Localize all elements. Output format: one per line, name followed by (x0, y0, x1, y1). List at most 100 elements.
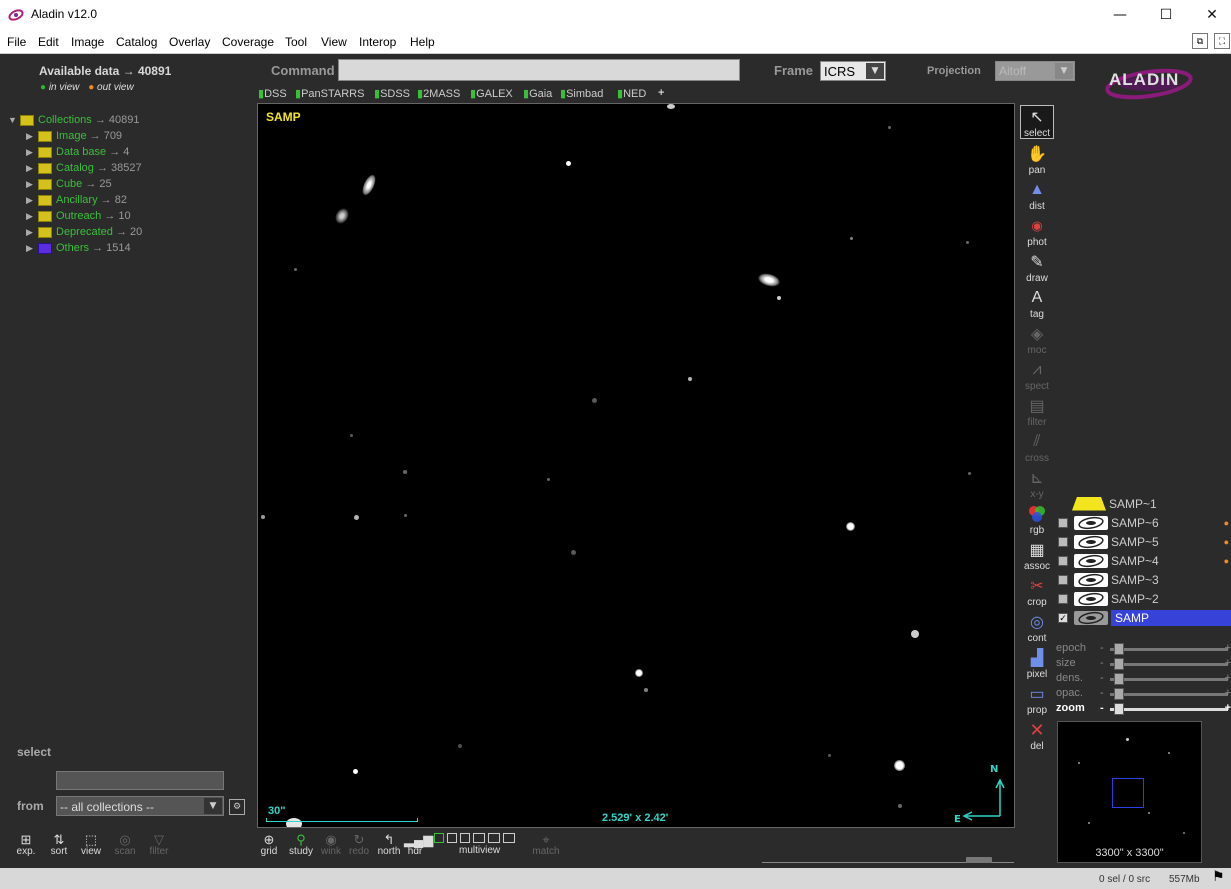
maximize-button[interactable]: ☐ (1143, 0, 1189, 30)
layer-samp-4[interactable]: SAMP~4 ● (1058, 551, 1231, 570)
layer-samp[interactable]: ✓ SAMP (1058, 608, 1231, 627)
sort-button[interactable]: ⇅ sort (46, 832, 72, 857)
grid-button[interactable]: ⊕ grid (257, 832, 281, 857)
tree-count: → 38527 (96, 162, 142, 174)
slider-epoch[interactable]: epoch - + (1056, 642, 1231, 657)
tool-select[interactable]: ↖ select (1020, 105, 1054, 139)
tool-prop[interactable]: ▭ prop (1020, 683, 1054, 716)
multiview-4-icon[interactable] (460, 833, 470, 843)
star (294, 268, 297, 271)
bookmark-2mass[interactable]: ▮2MASS (417, 87, 460, 100)
star (688, 377, 692, 381)
bookmark-simbad[interactable]: ▮Simbad (560, 87, 603, 100)
bookmark-panstarrs[interactable]: ▮PanSTARRS (295, 87, 364, 100)
multiview-1-icon[interactable] (434, 833, 444, 843)
layer-checkbox[interactable] (1058, 593, 1068, 604)
tool-label: prop (1026, 705, 1047, 716)
folder-icon (20, 114, 34, 126)
study-button[interactable]: ⚲ study (287, 832, 315, 857)
splitter-handle[interactable] (966, 857, 992, 863)
tree-item-outreach[interactable]: ▶ Outreach → 10 (26, 208, 131, 224)
histogram-icon: ▟ (1030, 650, 1044, 667)
fullscreen-icon[interactable]: ⛶ (1214, 33, 1230, 49)
tree-item-catalog[interactable]: ▶ Catalog → 38527 (26, 160, 142, 176)
study-label: study (289, 846, 313, 857)
bookmark-gaia[interactable]: ▮Gaia (523, 87, 552, 100)
layer-samp-6[interactable]: SAMP~6 ● (1058, 513, 1231, 532)
tool-del[interactable]: ✕ del (1020, 719, 1054, 753)
layer-checkbox[interactable] (1058, 536, 1068, 547)
redo-icon: ↻ (353, 832, 365, 847)
menu-help[interactable]: Help (410, 35, 435, 49)
layer-samp-3[interactable]: SAMP~3 (1058, 570, 1231, 589)
bookmark-ned[interactable]: ▮NED (617, 87, 646, 100)
multiview-9-icon[interactable] (473, 833, 485, 843)
tool-pan[interactable]: ✋ pan (1020, 143, 1054, 176)
tool-assoc[interactable]: ▦ assoc (1020, 539, 1054, 572)
layer-checkbox[interactable] (1058, 517, 1068, 528)
tree-item-deprecated[interactable]: ▶ Deprecated → 20 (26, 224, 142, 240)
multiview-2-icon[interactable] (447, 833, 457, 843)
slider-size[interactable]: size - + (1056, 657, 1231, 672)
view-legend: ● in view ● out view (40, 82, 134, 93)
multiview-25-icon[interactable] (503, 833, 515, 843)
status-dot: ● (1223, 517, 1229, 528)
from-select[interactable]: -- all collections -- ▼ (56, 796, 224, 816)
restore-panel-icon[interactable]: ⧉ (1192, 33, 1208, 49)
tree-item-database[interactable]: ▶ Data base → 4 (26, 144, 129, 160)
tree-item-cube[interactable]: ▶ Cube → 25 (26, 176, 112, 192)
menu-overlay[interactable]: Overlay (169, 35, 210, 49)
close-button[interactable]: ✕ (1189, 0, 1231, 30)
tool-rgb[interactable]: rgb (1020, 503, 1054, 536)
frame-select[interactable]: ICRS ▼ (820, 61, 886, 81)
multiview-selector (434, 833, 515, 845)
layer-samp-1[interactable]: SAMP~1 (1072, 494, 1231, 513)
layer-samp-5[interactable]: SAMP~5 ● (1058, 532, 1231, 551)
tool-phot[interactable]: ◉ phot (1020, 215, 1054, 248)
hdr-button[interactable]: ▂▄▆ hdr (404, 832, 433, 857)
overview-thumbnail[interactable]: 3300" x 3300" (1057, 721, 1202, 863)
tool-dist[interactable]: ▲ dist (1020, 179, 1054, 212)
expand-button[interactable]: ⊞ exp. (13, 832, 39, 857)
galaxy-image-icon (1074, 515, 1108, 530)
layer-checkbox-checked[interactable]: ✓ (1058, 612, 1068, 623)
slider-opacity[interactable]: opac. - + (1056, 687, 1231, 702)
tool-draw[interactable]: ✎ draw (1020, 251, 1054, 284)
bookmark-sdss[interactable]: ▮SDSS (374, 87, 410, 100)
slider-zoom[interactable]: zoom - + (1056, 702, 1231, 717)
layer-checkbox[interactable] (1058, 574, 1068, 585)
tree-root-collections[interactable]: ▼ Collections → 40891 (8, 112, 140, 128)
moc-icon: ◈ (1030, 326, 1044, 343)
layer-samp-2[interactable]: SAMP~2 (1058, 589, 1231, 608)
view-button[interactable]: ⬚ view (78, 832, 104, 857)
multiview-16-icon[interactable] (488, 833, 500, 843)
tool-pixel[interactable]: ▟ pixel (1020, 647, 1054, 680)
tool-tag[interactable]: Atag (1020, 287, 1054, 320)
layer-checkbox[interactable] (1058, 555, 1068, 566)
menu-interop[interactable]: Interop (359, 35, 396, 49)
tool-cont[interactable]: ◎ cont (1020, 611, 1054, 644)
scan-icon: ◎ (119, 832, 131, 847)
tool-crop[interactable]: ✂ crop (1020, 575, 1054, 608)
menu-file[interactable]: File (7, 35, 26, 49)
tree-item-ancillary[interactable]: ▶ Ancillary → 82 (26, 192, 127, 208)
tree-item-image[interactable]: ▶ Image → 709 (26, 128, 122, 144)
command-input[interactable] (338, 59, 740, 81)
minimize-button[interactable]: — (1097, 0, 1143, 30)
menu-catalog[interactable]: Catalog (116, 35, 157, 49)
film-icon: ▦ (1029, 542, 1045, 559)
menu-edit[interactable]: Edit (38, 35, 59, 49)
scan-options-icon[interactable]: ⚙ (229, 799, 245, 815)
select-input[interactable] (56, 771, 224, 790)
north-button[interactable]: ↰ north (375, 832, 403, 857)
image-view[interactable]: SAMP 30" 2.529' x 2.42' N E (257, 103, 1015, 828)
menu-view[interactable]: View (321, 35, 347, 49)
bookmark-dss[interactable]: ▮DSS (258, 87, 287, 100)
slider-density[interactable]: dens. - + (1056, 672, 1231, 687)
menu-image[interactable]: Image (71, 35, 104, 49)
add-bookmark-button[interactable]: + (658, 87, 664, 99)
bookmark-galex[interactable]: ▮GALEX (470, 87, 513, 100)
menu-coverage[interactable]: Coverage (222, 35, 274, 49)
menu-tool[interactable]: Tool (285, 35, 307, 49)
tree-item-others[interactable]: ▶ Others → 1514 (26, 240, 131, 256)
